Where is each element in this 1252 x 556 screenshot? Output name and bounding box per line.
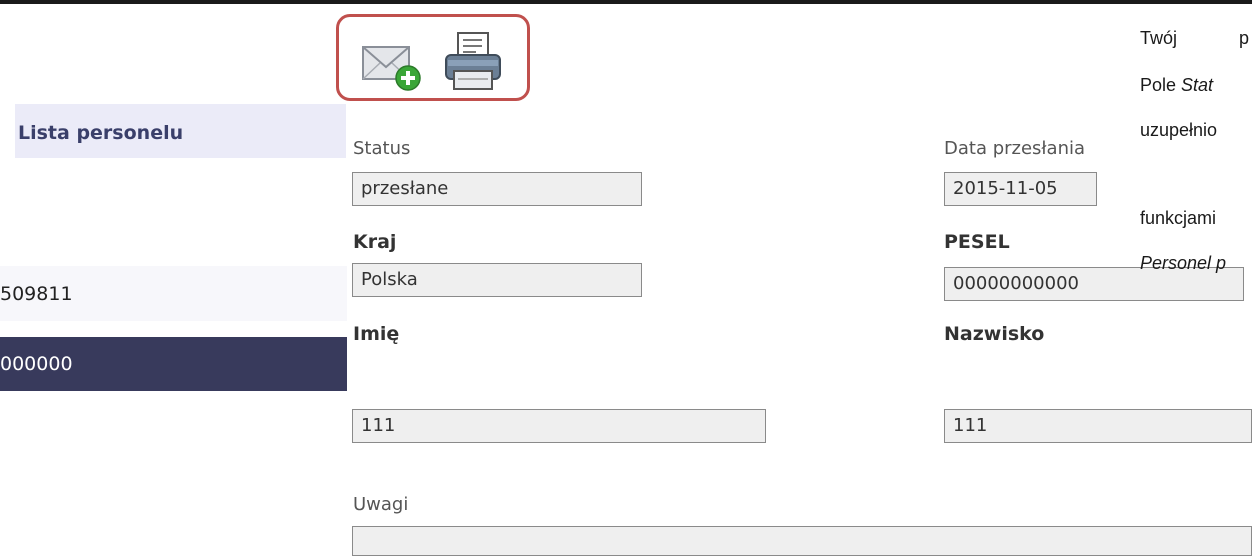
country-label: Kraj bbox=[353, 231, 397, 253]
first-name-label: Imię bbox=[353, 323, 400, 345]
printer-icon bbox=[445, 32, 501, 90]
list-item-id: 509811 bbox=[0, 282, 73, 305]
status-label: Status bbox=[353, 138, 411, 159]
pesel-label: PESEL bbox=[944, 231, 1010, 253]
doc-line-2: Pole Stat bbox=[1140, 75, 1214, 95]
date-field[interactable]: 2015-11-05 bbox=[944, 172, 1097, 206]
notes-label: Uwagi bbox=[353, 494, 409, 515]
list-header: Lista personelu bbox=[15, 104, 346, 158]
doc-line-5: Personel p bbox=[1140, 253, 1227, 273]
doc-line-1: Twój p bbox=[1140, 28, 1250, 48]
doc-line-4: funkcjami bbox=[1140, 208, 1217, 228]
list-item-id: 000000 bbox=[0, 353, 73, 375]
envelope-plus-icon bbox=[362, 46, 421, 91]
toolbar-highlight bbox=[336, 14, 530, 101]
send-button[interactable] bbox=[361, 37, 423, 91]
notes-field[interactable] bbox=[352, 526, 1252, 556]
doc-line-3: uzupełnio bbox=[1140, 120, 1218, 140]
date-label: Data przesłania bbox=[944, 138, 1086, 159]
first-name-field[interactable]: 111 bbox=[352, 409, 766, 443]
top-border bbox=[0, 0, 1252, 4]
print-button[interactable] bbox=[444, 31, 504, 93]
list-item-selected[interactable]: 000000 bbox=[0, 337, 347, 391]
country-field[interactable]: Polska bbox=[352, 263, 642, 297]
status-field[interactable]: przesłane bbox=[352, 172, 642, 206]
last-name-label: Nazwisko bbox=[944, 323, 1045, 345]
list-item[interactable]: 509811 bbox=[0, 266, 347, 321]
last-name-field[interactable]: 111 bbox=[944, 409, 1252, 443]
